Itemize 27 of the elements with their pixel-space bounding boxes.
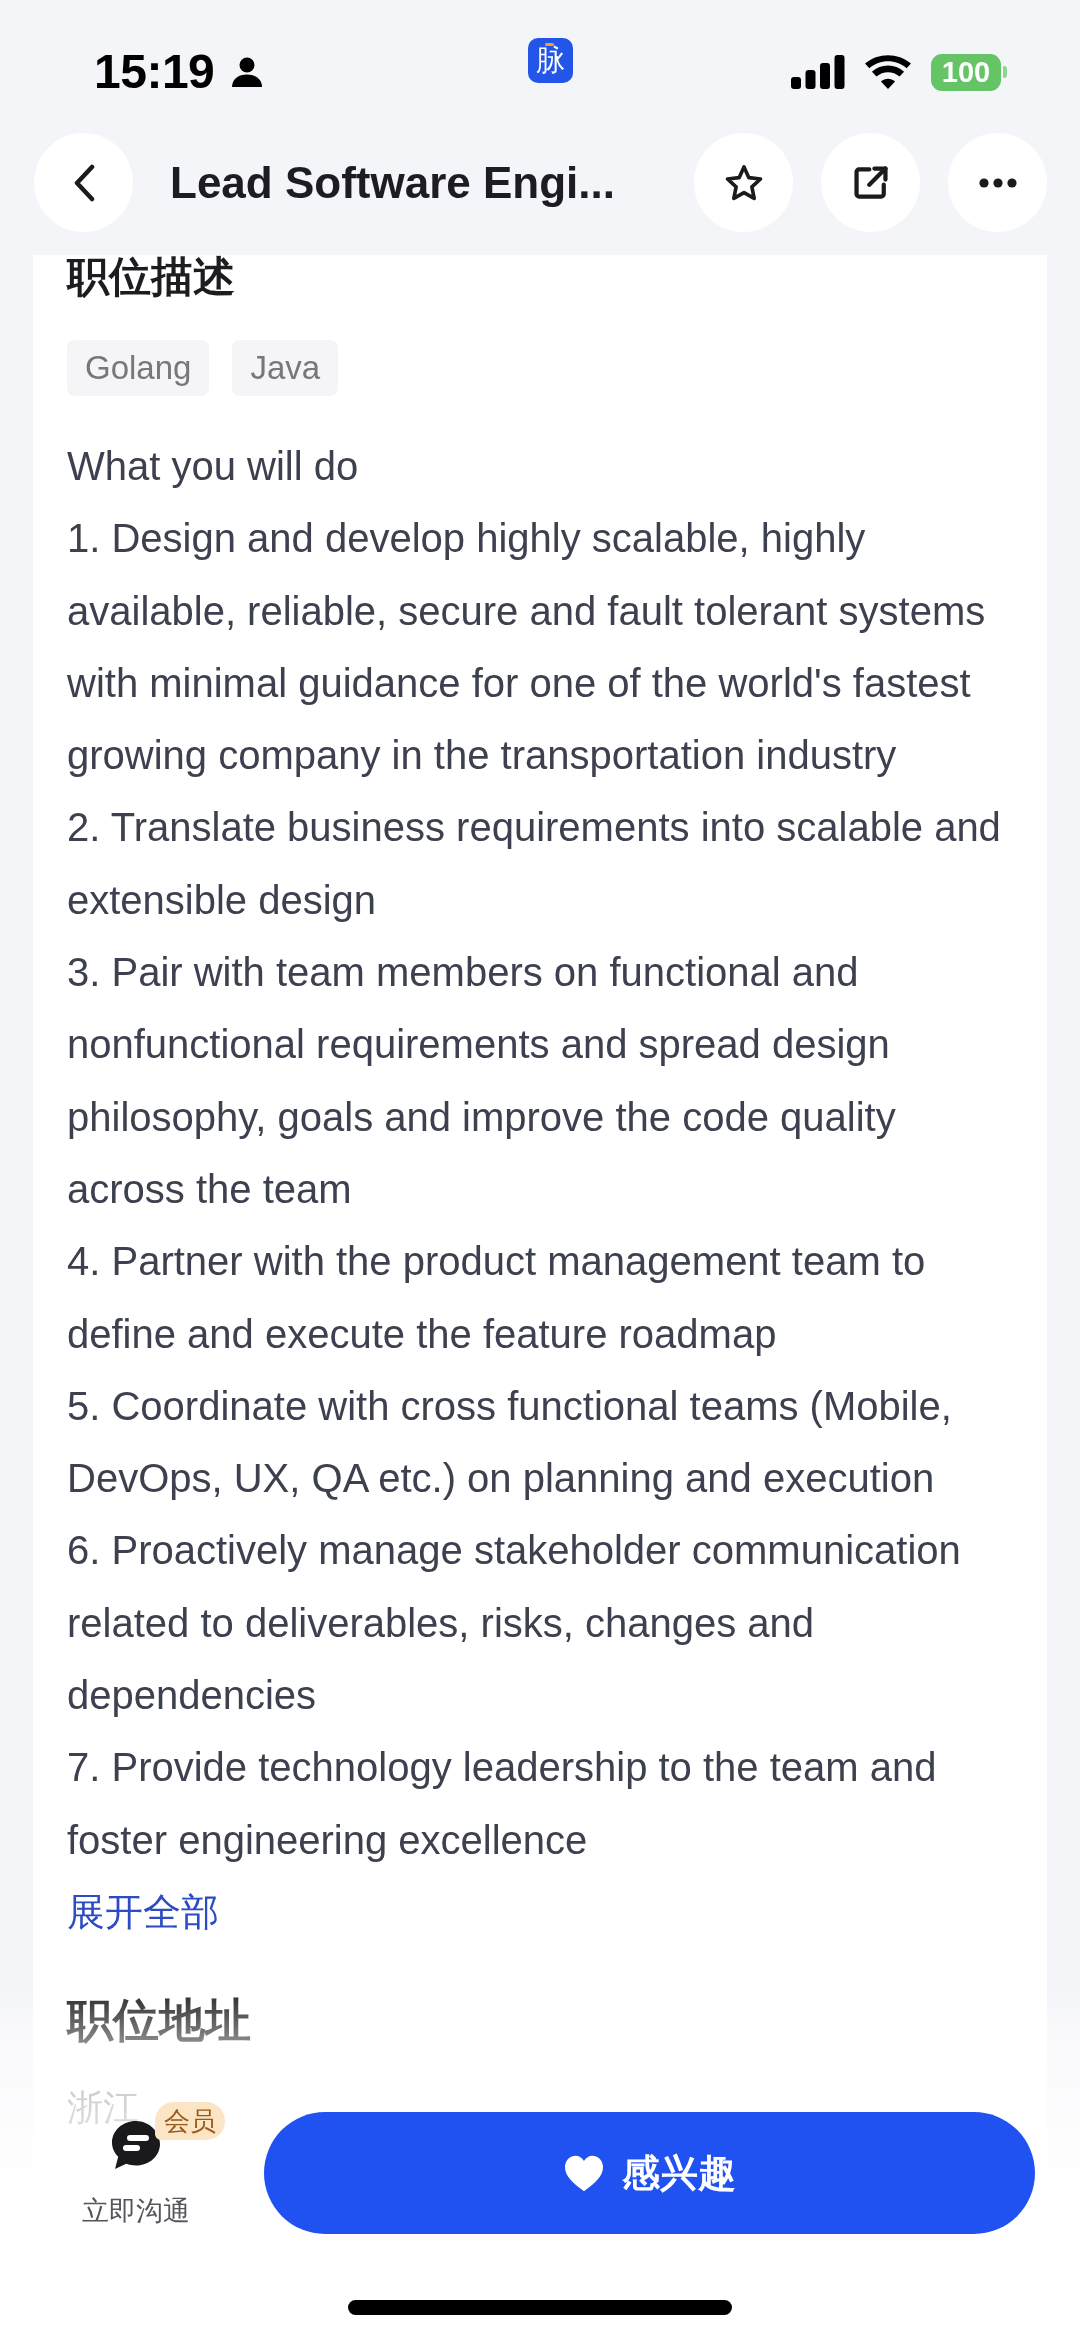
- status-time: 15:19: [94, 48, 215, 96]
- description-paragraph: 5. Coordinate with cross functional teams (Mobile, DevOps, UX, QA etc.) on planning and execution: [67, 1382, 953, 1503]
- wifi-icon: [865, 55, 911, 89]
- back-icon: [72, 163, 95, 202]
- description-paragraph: 3. Pair with team members on functional and nonfunctional requirements and spread design philosophy, goals and improve the code quality across the team: [67, 949, 897, 1213]
- person-icon: [231, 56, 264, 88]
- heart-icon: [563, 2154, 605, 2192]
- description-paragraph: What you will do: [67, 443, 360, 490]
- member-badge: 会员: [155, 2102, 225, 2140]
- section-heading: 职位地址: [67, 1992, 252, 2048]
- app-icon: 脉: [528, 38, 573, 83]
- battery-level-text: 100: [931, 53, 1001, 91]
- interested-button[interactable]: 感兴趣: [264, 2112, 1035, 2234]
- signal-icon: [791, 55, 845, 89]
- description-paragraph: 7. Provide technology leadership to the team and foster engineering excellence: [67, 1744, 938, 1864]
- section-heading: 职位描述: [67, 255, 236, 299]
- description-paragraph: 2. Translate business requirements into scalable and extensible design: [67, 804, 1002, 924]
- star-icon: [723, 163, 764, 202]
- expand-all-link[interactable]: 展开全部: [67, 1875, 219, 1948]
- more-icon: [978, 177, 1017, 188]
- skill-tag: Golang: [67, 340, 210, 396]
- share-icon: [853, 165, 888, 200]
- description-paragraph: 4. Partner with the product management team to define and execute the feature roadmap: [67, 1238, 927, 1358]
- page-title: Lead Software Engi...: [170, 157, 616, 208]
- description-paragraph: 6. Proactively manage stakeholder communication related to deliverables, risks, changes and dependencies: [67, 1527, 962, 1720]
- skill-tag: Java: [232, 340, 339, 396]
- description-paragraph: 1. Design and develop highly scalable, highly available, reliable, secure and fault tolerant systems with minimal guidance for one of the world's fastest growing company in the transportation industry: [67, 515, 987, 780]
